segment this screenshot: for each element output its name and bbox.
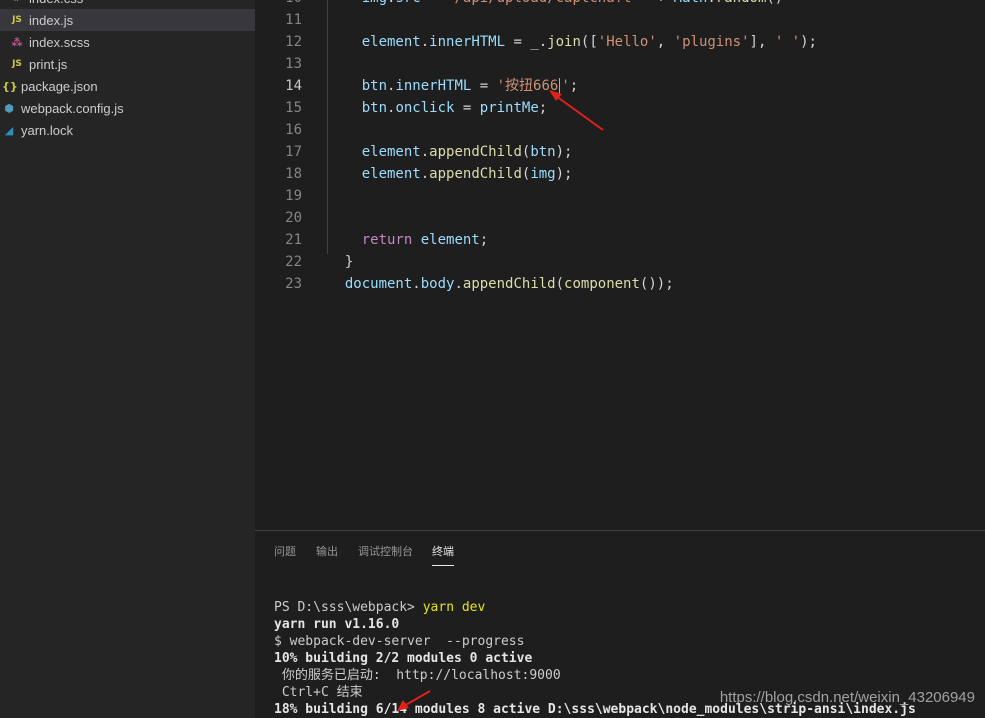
code-line[interactable]: 22 } bbox=[255, 251, 985, 273]
panel-tab[interactable]: 调试控制台 bbox=[358, 543, 413, 559]
line-number: 12 bbox=[285, 34, 302, 50]
line-number: 19 bbox=[285, 188, 302, 204]
terminal-line: PS D:\sss\webpack> yarn dev bbox=[274, 599, 485, 616]
terminal-text: yarn run v1.16.0 bbox=[274, 617, 400, 632]
line-number: 17 bbox=[285, 144, 302, 160]
terminal-text: 你的服务已启动: http://localhost:9000 bbox=[274, 668, 561, 683]
line-number: 22 bbox=[285, 254, 302, 270]
code-line[interactable]: 21 return element; bbox=[255, 229, 985, 251]
terminal-text: $ webpack-dev-server --progress bbox=[274, 634, 525, 649]
explorer-file-item[interactable]: JS print.js bbox=[0, 53, 255, 75]
code-editor[interactable]: 10 img.src = '/api/upload/captcha?t=' + … bbox=[255, 0, 985, 530]
scss-icon: ⁂ bbox=[11, 35, 23, 49]
terminal-line: Ctrl+C 结束 bbox=[274, 684, 363, 701]
file-label: package.json bbox=[21, 78, 98, 94]
panel-tab[interactable]: 终端 bbox=[432, 543, 454, 566]
code-line[interactable]: 10 img.src = '/api/upload/captcha?t=' + … bbox=[255, 0, 985, 9]
webpack-icon: ⬢ bbox=[4, 101, 14, 115]
code-line[interactable]: 23 document.body.appendChild(component()… bbox=[255, 273, 985, 295]
file-label: yarn.lock bbox=[21, 122, 74, 138]
js-icon: JS bbox=[12, 59, 22, 69]
file-label: index.scss bbox=[29, 34, 90, 50]
code-line[interactable]: 11 bbox=[255, 9, 985, 31]
explorer-file-item[interactable]: {} package.json bbox=[0, 75, 255, 97]
file-label: webpack.config.js bbox=[21, 100, 124, 116]
code-text: element.innerHTML = _.join(['Hello', 'pl… bbox=[361, 34, 817, 50]
file-label: index.css bbox=[29, 0, 83, 6]
watermark: https://blog.csdn.net/weixin_43206949 bbox=[719, 689, 975, 706]
code-text: document.body.appendChild(component()); bbox=[344, 276, 674, 292]
code-line[interactable]: 14 btn.innerHTML = '按扭666 '; bbox=[255, 75, 985, 97]
indent-guide bbox=[327, 0, 328, 254]
code-text: img.src = '/api/upload/captcha?t=' + Mat… bbox=[328, 0, 784, 9]
file-label: index.js bbox=[29, 12, 74, 28]
terminal-text: 10% building 2/2 modules 0 active bbox=[274, 651, 533, 666]
explorer-file-item[interactable]: ⁂ index.scss bbox=[0, 31, 255, 53]
code-line[interactable]: 17 element.appendChild(btn); bbox=[255, 141, 985, 163]
css-icon: # bbox=[10, 0, 24, 4]
code-line[interactable]: 18 element.appendChild(img); bbox=[255, 163, 985, 185]
panel-tab[interactable]: 输出 bbox=[316, 543, 338, 559]
terminal-line: $ webpack-dev-server --progress bbox=[274, 633, 524, 650]
code-text: btn.innerHTML = '按扭666 '; bbox=[361, 77, 579, 95]
line-number: 13 bbox=[285, 56, 302, 72]
code-line[interactable]: 12 element.innerHTML = _.join(['Hello', … bbox=[255, 31, 985, 53]
line-number: 11 bbox=[285, 12, 302, 28]
js-icon: JS bbox=[12, 15, 22, 25]
code-text: } bbox=[328, 254, 354, 270]
file-label: print.js bbox=[29, 56, 68, 72]
line-number: 20 bbox=[285, 210, 302, 226]
code-text: return element; bbox=[361, 232, 489, 248]
explorer-file-item[interactable]: ◢ yarn.lock bbox=[0, 119, 255, 141]
terminal-text: Ctrl+C 结束 bbox=[274, 685, 363, 700]
terminal-line: yarn run v1.16.0 bbox=[274, 616, 399, 633]
line-number: 15 bbox=[285, 100, 302, 116]
panel-tab[interactable]: 问题 bbox=[274, 543, 296, 559]
file-explorer: # index.css JS index.js ⁂ index.scss JS print.j… bbox=[0, 0, 255, 718]
code-text: element.appendChild(img); bbox=[361, 166, 573, 182]
yarn-icon: ◢ bbox=[4, 123, 14, 137]
line-number: 16 bbox=[285, 122, 302, 138]
code-line[interactable]: 19 bbox=[255, 185, 985, 207]
code-line[interactable]: 16 bbox=[255, 119, 985, 141]
code-line[interactable]: 15 btn.onclick = printMe; bbox=[255, 97, 985, 119]
explorer-file-item[interactable]: ⬢ webpack.config.js bbox=[0, 97, 255, 119]
code-text: btn.onclick = printMe; bbox=[361, 100, 548, 116]
line-number: 18 bbox=[285, 166, 302, 182]
code-text: element.appendChild(btn); bbox=[361, 144, 573, 160]
terminal-line: 10% building 2/2 modules 0 active bbox=[274, 650, 532, 667]
code-line[interactable]: 20 bbox=[255, 207, 985, 229]
terminal-command: yarn dev bbox=[422, 600, 486, 615]
line-number: 23 bbox=[285, 276, 302, 292]
line-number: 21 bbox=[285, 232, 302, 248]
code-line[interactable]: 13 bbox=[255, 53, 985, 75]
explorer-file-item[interactable]: JS index.js bbox=[0, 9, 255, 31]
line-number: 10 bbox=[255, 0, 302, 9]
explorer-file-item[interactable]: # index.css bbox=[0, 0, 255, 9]
terminal-text: PS D:\sss\webpack> bbox=[274, 600, 423, 615]
json-icon: {} bbox=[2, 79, 18, 93]
terminal-line: 你的服务已启动: http://localhost:9000 bbox=[274, 667, 561, 684]
line-number: 14 bbox=[285, 78, 302, 94]
